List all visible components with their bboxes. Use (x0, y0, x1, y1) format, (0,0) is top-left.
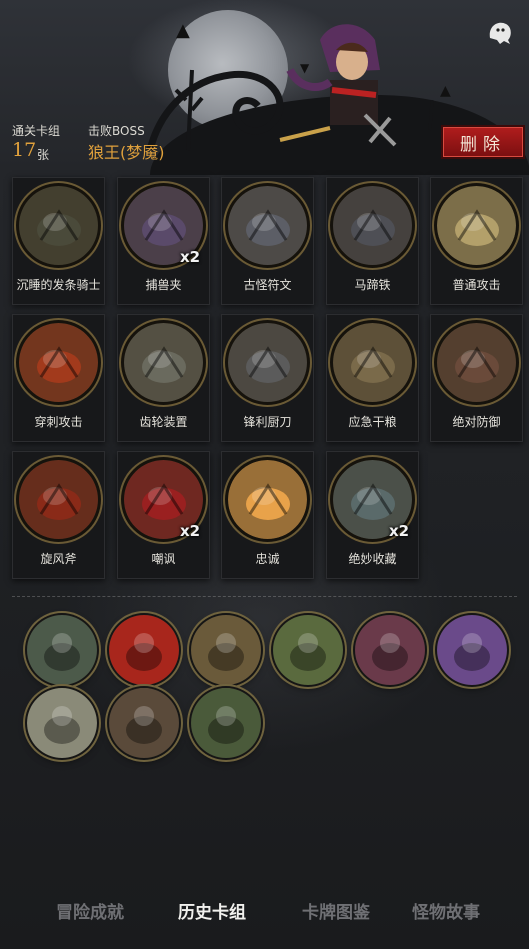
card-multiplier: x2 (180, 522, 201, 540)
clockwork-knight-icon (19, 186, 98, 265)
card-item[interactable]: 旋风斧 (12, 451, 105, 579)
card-item[interactable]: 绝对防御 (430, 314, 523, 442)
rations-icon (333, 323, 412, 402)
card-item[interactable]: 古怪符文 (221, 177, 314, 305)
card-name: 嘲讽 (151, 552, 176, 566)
spikes-icon (19, 323, 98, 402)
vampire-icon[interactable] (355, 615, 425, 685)
deck-count: 17 (12, 139, 37, 161)
ghost-ogre-icon[interactable] (191, 688, 261, 758)
fire-demon-icon[interactable] (109, 615, 179, 685)
deck-unit: 张 (37, 148, 50, 162)
card-name: 穿刺攻击 (34, 415, 83, 429)
card-item[interactable]: 嘲讽 x2 (117, 451, 210, 579)
loyalty-cross-icon (228, 460, 307, 539)
card-multiplier: x2 (180, 248, 201, 266)
ghost-troll-icon[interactable] (273, 615, 343, 685)
barbarian-icon[interactable] (109, 688, 179, 758)
card-name: 应急干粮 (348, 415, 397, 429)
boxing-ring-icon[interactable] (27, 688, 97, 758)
card-name: 忠诚 (255, 552, 280, 566)
tab-1[interactable]: 冒险成就 (56, 898, 124, 923)
card-item[interactable]: 沉睡的发条骑士 (12, 177, 105, 305)
card-item[interactable]: 锋利厨刀 (221, 314, 314, 442)
card-name: 普通攻击 (452, 278, 501, 292)
tab-3[interactable]: 卡牌图鉴 (302, 898, 370, 923)
cleaver-icon (228, 323, 307, 402)
rune-stone-icon (228, 186, 307, 265)
card-item[interactable]: 穿刺攻击 (12, 314, 105, 442)
card-name: 锋利厨刀 (243, 415, 292, 429)
deck-label: 通关卡组 (12, 124, 61, 138)
tab-4[interactable]: 怪物故事 (412, 898, 480, 923)
card-item[interactable]: 捕兽夹 x2 (117, 177, 210, 305)
boss-name: 狼王(梦魇) (88, 143, 165, 162)
treasure-chest-goblin-icon[interactable] (191, 615, 261, 685)
delete-button[interactable]: 删除 (441, 125, 525, 159)
card-name: 马蹄铁 (354, 278, 391, 292)
sword-icon (437, 186, 516, 265)
horseshoe-icon (333, 186, 412, 265)
goblin-bandit-icon[interactable] (27, 615, 97, 685)
whirlwind-axe-icon (19, 460, 98, 539)
card-name: 旋风斧 (40, 552, 77, 566)
ghost-menu-icon[interactable] (484, 16, 516, 48)
card-item[interactable]: 马蹄铁 (326, 177, 419, 305)
card-name: 沉睡的发条骑士 (16, 278, 101, 292)
witch-broom-icon[interactable] (437, 615, 507, 685)
shield-dwarf-icon (437, 323, 516, 402)
divider (12, 596, 517, 597)
card-item[interactable]: 忠诚 (221, 451, 314, 579)
card-item[interactable]: 绝妙收藏 x2 (326, 451, 419, 579)
boss-label: 击败BOSS (88, 124, 145, 138)
card-name: 古怪符文 (243, 278, 292, 292)
tab-2[interactable]: 历史卡组 (178, 898, 246, 923)
card-multiplier: x2 (389, 522, 410, 540)
card-item[interactable]: 普通攻击 (430, 177, 523, 305)
card-item[interactable]: 应急干粮 (326, 314, 419, 442)
card-name: 齿轮装置 (139, 415, 188, 429)
card-name: 绝对防御 (452, 415, 501, 429)
card-item[interactable]: 齿轮装置 (117, 314, 210, 442)
card-name: 捕兽夹 (145, 278, 182, 292)
card-name: 绝妙收藏 (348, 552, 397, 566)
gear-device-icon (124, 323, 203, 402)
